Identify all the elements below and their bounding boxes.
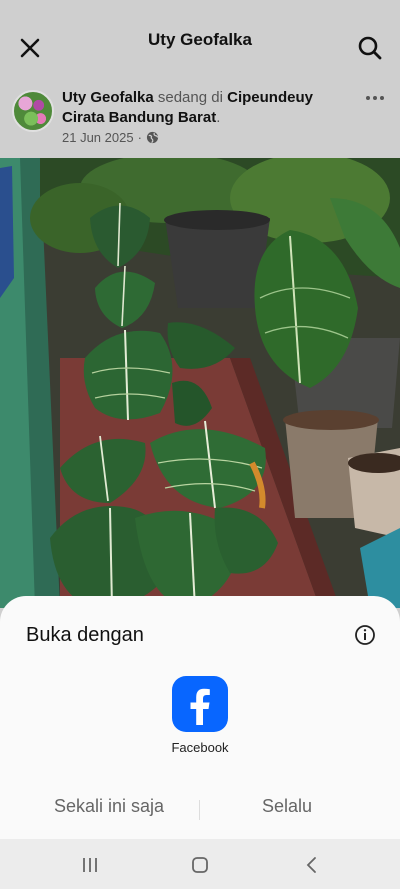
post-date: 21 Jun 2025 xyxy=(62,130,134,145)
info-button[interactable] xyxy=(354,624,376,646)
post-author[interactable]: Uty Geofalka xyxy=(62,89,154,106)
page-title: Uty Geofalka xyxy=(148,30,252,49)
facebook-app-option[interactable]: Facebook xyxy=(150,676,250,766)
avatar[interactable] xyxy=(12,90,54,132)
globe-icon xyxy=(146,131,159,144)
meta-separator: · xyxy=(137,130,142,145)
search-icon xyxy=(358,36,382,60)
more-options-icon xyxy=(366,96,370,100)
post-description: Uty Geofalka sedang di Cipeundeuy Cirata… xyxy=(62,88,352,128)
plants-photo xyxy=(0,158,400,608)
back-button[interactable] xyxy=(300,855,324,875)
facebook-icon xyxy=(172,676,228,732)
post-meta: 21 Jun 2025 · xyxy=(62,130,159,145)
more-dot xyxy=(373,96,377,100)
more-options-button[interactable] xyxy=(366,92,388,104)
more-dot xyxy=(380,96,384,100)
home-button[interactable] xyxy=(188,855,212,875)
search-button[interactable] xyxy=(356,34,384,62)
recents-icon xyxy=(83,858,97,872)
top-bar: Uty Geofalka xyxy=(0,0,400,80)
app-label: Facebook xyxy=(171,740,229,755)
close-icon xyxy=(20,38,40,58)
open-with-sheet: Buka dengan Facebook Sekali ini saja Sel… xyxy=(0,596,400,839)
post-photo[interactable] xyxy=(0,158,400,608)
back-icon xyxy=(306,857,316,873)
home-icon xyxy=(192,857,208,873)
just-once-button[interactable]: Sekali ini saja xyxy=(54,796,164,817)
close-button[interactable] xyxy=(16,34,44,62)
recents-button[interactable] xyxy=(78,855,102,875)
post-connector: sedang di xyxy=(157,89,223,106)
post-period: . xyxy=(216,109,221,126)
sheet-title: Buka dengan xyxy=(26,624,144,646)
info-icon xyxy=(355,625,375,645)
post-header: Uty Geofalka sedang di Cipeundeuy Cirata… xyxy=(0,80,400,158)
system-navigation-bar xyxy=(0,839,400,889)
action-divider xyxy=(199,800,200,820)
always-button[interactable]: Selalu xyxy=(262,796,312,817)
